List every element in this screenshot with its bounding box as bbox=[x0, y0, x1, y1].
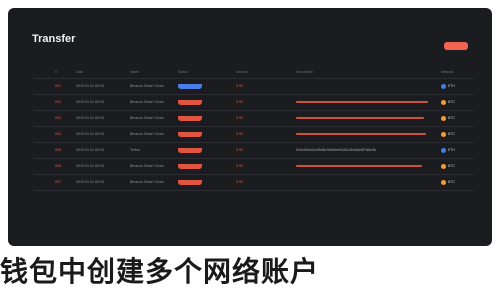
table-row[interactable]: 002 2019.01.01 00:00 Binance Smart Chain 0.… bbox=[34, 95, 474, 111]
caption-text: 钱包中创建多个网络账户 bbox=[0, 255, 320, 288]
network-label: BTC bbox=[448, 100, 455, 104]
description-bar bbox=[296, 133, 426, 135]
row-amount: 0.00 bbox=[236, 180, 243, 184]
row-date: 2019.01.01 00:00 bbox=[76, 164, 104, 168]
row-date: 2019.01.01 00:00 bbox=[76, 100, 104, 104]
row-amount: 0.00 bbox=[236, 84, 243, 88]
description-bar bbox=[296, 101, 428, 103]
row-number: 002 bbox=[55, 100, 61, 104]
row-number: 005 bbox=[55, 148, 61, 152]
row-status[interactable] bbox=[178, 148, 204, 153]
description-bar bbox=[296, 165, 422, 167]
table-row[interactable]: 006 2019.01.01 00:00 Binance Smart Chain 0.… bbox=[34, 159, 474, 175]
row-network: BTC bbox=[441, 132, 477, 137]
header-network: Network bbox=[441, 70, 454, 74]
status-badge[interactable] bbox=[178, 148, 202, 153]
row-name: Binance Smart Chain bbox=[130, 180, 164, 184]
transfer-window: Transfer # Date Name Status Amount Descr… bbox=[8, 8, 492, 246]
row-status[interactable] bbox=[178, 116, 204, 121]
table-row[interactable]: 007 2019.01.01 00:00 Binance Smart Chain 0.… bbox=[34, 175, 474, 191]
network-icon bbox=[441, 180, 446, 185]
header-date: Date bbox=[76, 70, 84, 74]
row-date: 2019.01.01 00:00 bbox=[76, 148, 104, 152]
row-name: Binance Smart Chain bbox=[130, 116, 164, 120]
table-row[interactable]: 004 2019.01.01 00:00 Binance Smart Chain 0.… bbox=[34, 127, 474, 143]
network-label: BTC bbox=[448, 164, 455, 168]
row-date: 2019.01.01 00:00 bbox=[76, 132, 104, 136]
row-network: BTC bbox=[441, 164, 477, 169]
table-row[interactable]: 005 2019.01.01 00:00 Tether 0.00 0x0c3b2a1e4… bbox=[34, 143, 474, 159]
row-number: 003 bbox=[55, 116, 61, 120]
network-icon bbox=[441, 116, 446, 121]
network-icon bbox=[441, 84, 446, 89]
network-label: BTC bbox=[448, 116, 455, 120]
row-status[interactable] bbox=[178, 180, 204, 185]
row-description: 0x0c3b2a1e4f5d6c7b8a9e0f1d2c3b4a5e6f7d8c… bbox=[296, 148, 432, 153]
row-number: 007 bbox=[55, 180, 61, 184]
row-number: 001 bbox=[55, 84, 61, 88]
network-icon bbox=[441, 164, 446, 169]
status-badge[interactable] bbox=[178, 164, 202, 169]
row-name: Binance Smart Chain bbox=[130, 164, 164, 168]
row-number: 006 bbox=[55, 164, 61, 168]
network-label: ETH bbox=[448, 84, 455, 88]
status-badge[interactable] bbox=[178, 132, 202, 137]
row-date: 2019.01.01 00:00 bbox=[76, 180, 104, 184]
row-name: Binance Smart Chain bbox=[130, 132, 164, 136]
row-name: Tether bbox=[130, 148, 140, 152]
row-status[interactable] bbox=[178, 100, 204, 105]
row-date: 2019.01.01 00:00 bbox=[76, 116, 104, 120]
row-network: ETH bbox=[441, 84, 477, 89]
header-description: Description bbox=[296, 70, 313, 74]
transfer-action-button[interactable] bbox=[444, 42, 468, 50]
network-icon bbox=[441, 132, 446, 137]
status-badge[interactable] bbox=[178, 180, 202, 185]
table-header: # Date Name Status Amount Description Ne… bbox=[34, 68, 474, 79]
network-icon bbox=[441, 100, 446, 105]
page-title: Transfer bbox=[32, 33, 76, 45]
row-description bbox=[296, 132, 432, 135]
status-badge[interactable] bbox=[178, 100, 202, 105]
row-amount: 0.00 bbox=[236, 148, 243, 152]
row-number: 004 bbox=[55, 132, 61, 136]
table-row[interactable]: 003 2019.01.01 00:00 Binance Smart Chain 0.… bbox=[34, 111, 474, 127]
row-network: ETH bbox=[441, 148, 477, 153]
row-status[interactable] bbox=[178, 164, 204, 169]
header-name: Name bbox=[130, 70, 140, 74]
row-amount: 0.00 bbox=[236, 116, 243, 120]
header-amount: Amount bbox=[236, 70, 248, 74]
header-status: Status bbox=[178, 70, 188, 74]
description-text: 0x0c3b2a1e4f5d6c7b8a9e0f1d2c3b4a5e6f7d8c… bbox=[296, 148, 376, 152]
row-date: 2019.01.01 00:00 bbox=[76, 84, 104, 88]
row-name: Binance Smart Chain bbox=[130, 84, 164, 88]
table-body: 001 2019.01.01 00:00 Binance Smart Chain 0.… bbox=[34, 79, 474, 191]
row-network: BTC bbox=[441, 116, 477, 121]
header-num: # bbox=[55, 70, 57, 74]
row-status[interactable] bbox=[178, 84, 204, 89]
network-label: BTC bbox=[448, 132, 455, 136]
row-status[interactable] bbox=[178, 132, 204, 137]
table-row[interactable]: 001 2019.01.01 00:00 Binance Smart Chain 0.… bbox=[34, 79, 474, 95]
row-description bbox=[296, 116, 432, 119]
row-name: Binance Smart Chain bbox=[130, 100, 164, 104]
network-label: BTC bbox=[448, 180, 455, 184]
row-amount: 0.00 bbox=[236, 100, 243, 104]
description-bar bbox=[296, 117, 424, 119]
network-icon bbox=[441, 148, 446, 153]
row-description bbox=[296, 100, 432, 103]
network-label: ETH bbox=[448, 148, 455, 152]
row-description bbox=[296, 164, 432, 167]
transactions-table: # Date Name Status Amount Description Ne… bbox=[34, 68, 474, 191]
status-badge[interactable] bbox=[178, 116, 202, 121]
row-amount: 0.00 bbox=[236, 164, 243, 168]
row-network: BTC bbox=[441, 100, 477, 105]
status-badge[interactable] bbox=[178, 84, 202, 89]
row-amount: 0.00 bbox=[236, 132, 243, 136]
row-network: BTC bbox=[441, 180, 477, 185]
